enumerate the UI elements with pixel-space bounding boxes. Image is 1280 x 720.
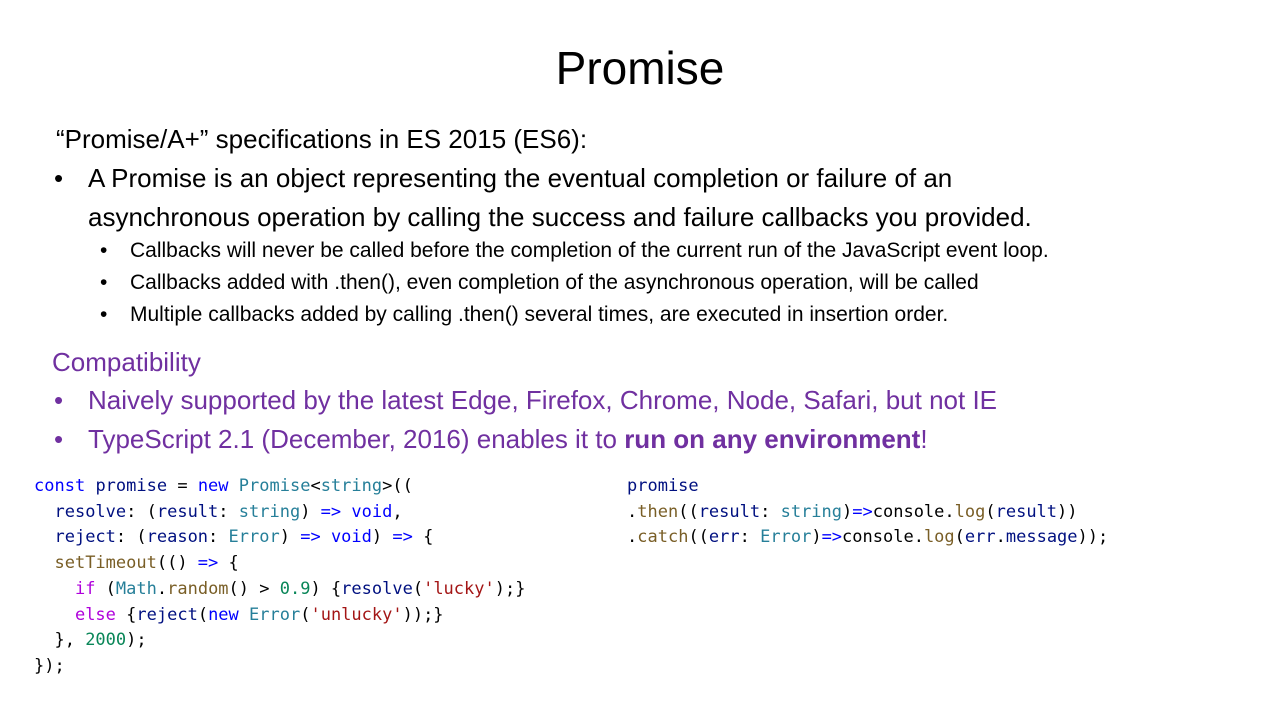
code-block-promise-usage: promise .then((result: string)=>console.l… [627, 474, 1108, 551]
sub-bullet-marker: • [100, 271, 108, 294]
spec-section: “Promise/A+” specifications in ES 2015 (… [52, 122, 1252, 332]
compat-bullet-2: TypeScript 2.1 (December, 2016) enables … [88, 422, 928, 456]
sub-bullet-marker: • [100, 303, 108, 326]
code-left-line-8: }); [34, 655, 65, 676]
compat-bullet-2-pre: TypeScript 2.1 (December, 2016) enables … [88, 424, 625, 454]
sub-bullet-2: Callbacks added with .then(), even compl… [130, 271, 979, 294]
sub-bullet-1: Callbacks will never be called before th… [130, 239, 1049, 262]
code-right-line-2: .then((result: string)=>console.log(resu… [627, 501, 1078, 522]
compat-bullet-1: Naively supported by the latest Edge, Fi… [88, 385, 998, 415]
compat-section: Compatibility • Naively supported by the… [52, 345, 1252, 460]
code-left-line-5: if (Math.random() > 0.9) {resolve('lucky… [74, 578, 526, 599]
code-left-line-3: reject: (reason: Error) => void) => { [54, 527, 434, 548]
spec-heading: “Promise/A+” specifications in ES 2015 (… [56, 124, 588, 154]
slide-title: Promise [555, 42, 725, 94]
sub-bullet-3: Multiple callbacks added by calling .the… [130, 303, 949, 326]
code-left-line-6: else {reject(new Error('unlucky'));} [74, 604, 444, 625]
main-bullet-line1: A Promise is an object representing the … [88, 163, 953, 193]
code-right-line-1: promise [627, 476, 699, 496]
bullet-marker: • [54, 424, 64, 454]
compat-bullet-2-post: ! [920, 424, 928, 454]
sub-bullet-marker: • [100, 239, 108, 262]
code-right-line-3: .catch((err: Error)=>console.log(err.mes… [627, 527, 1109, 548]
code-left-line-4: setTimeout(() => { [54, 553, 239, 574]
main-bullet-line2: asynchronous operation by calling the su… [88, 202, 1032, 232]
code-left-line-1: const promise = new Promise<string>(( [34, 476, 413, 496]
code-left-line-2: resolve: (result: string) => void, [54, 501, 403, 522]
code-left-line-7: }, 2000); [34, 630, 147, 651]
bullet-marker: • [54, 163, 64, 193]
compat-heading: Compatibility [52, 347, 201, 377]
bullet-marker: • [54, 385, 64, 415]
code-block-promise-definition: const promise = new Promise<string>(( re… [34, 474, 525, 680]
compat-bullet-2-bold: run on any environment [624, 424, 921, 454]
